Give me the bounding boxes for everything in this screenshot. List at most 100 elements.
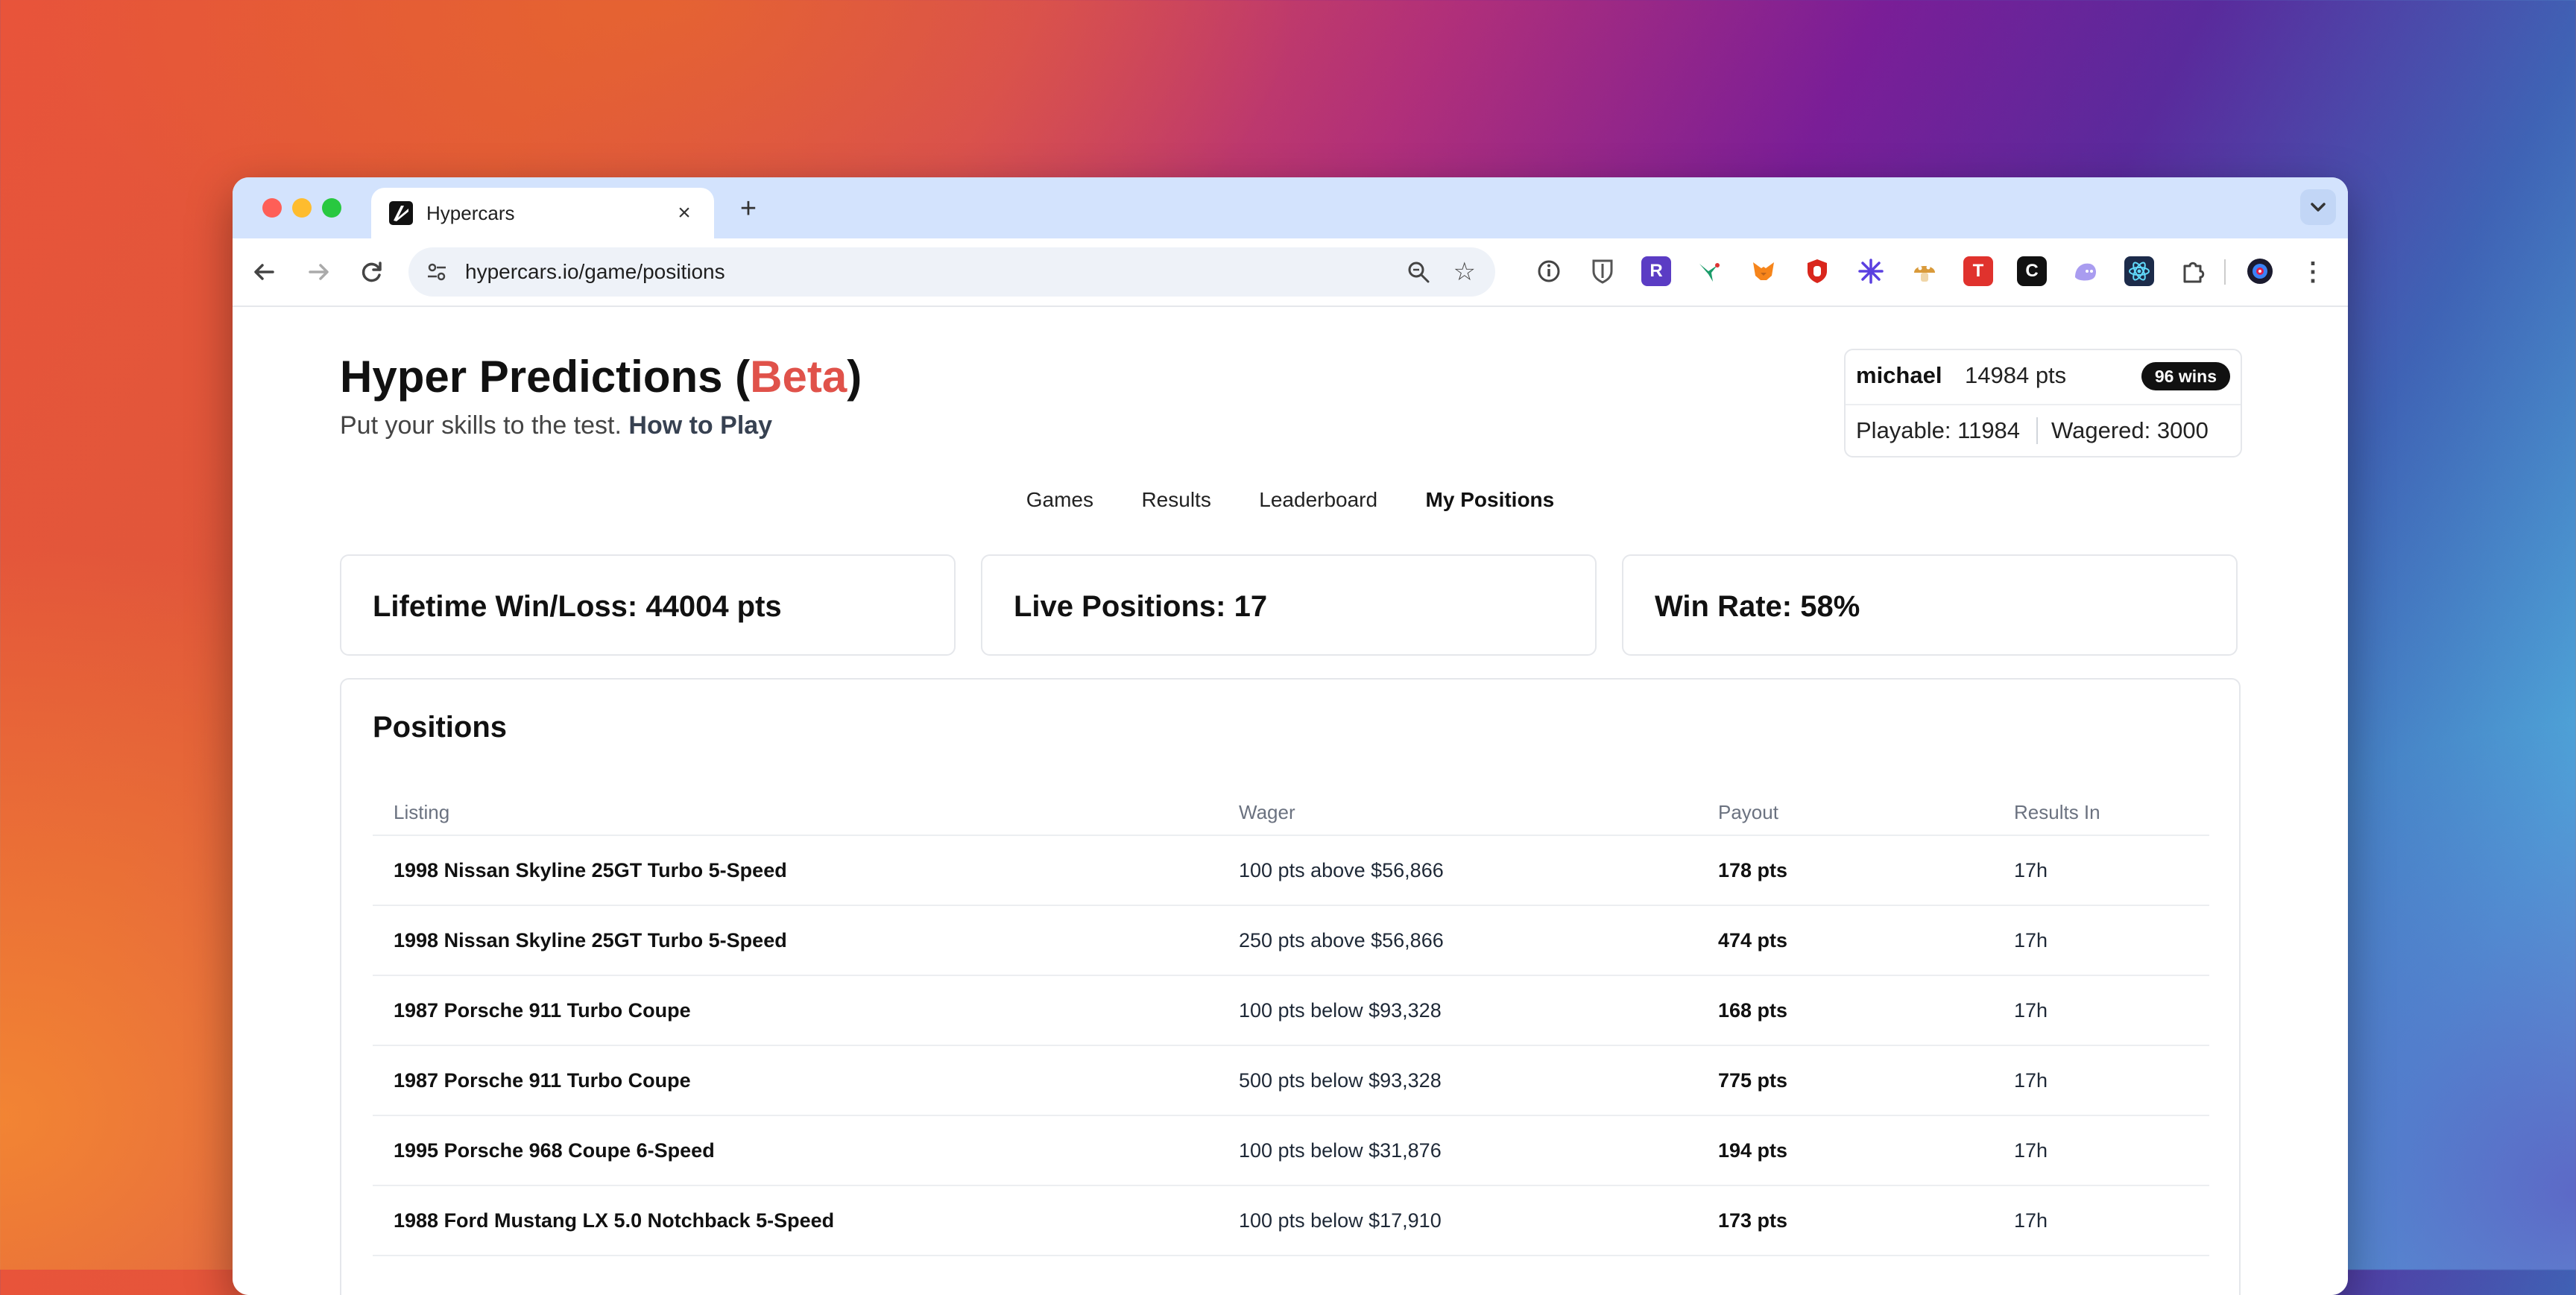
column-header-listing: Listing: [373, 790, 1218, 836]
page-title: Hyper Predictions (Beta): [340, 350, 862, 404]
username: michael: [1856, 362, 1942, 388]
more-menu-icon[interactable]: ⋮: [2300, 255, 2326, 289]
wagered-points: Wagered: 3000: [2051, 417, 2209, 443]
new-tab-button[interactable]: +: [732, 192, 765, 225]
how-to-play-link[interactable]: How to Play: [628, 411, 772, 440]
positions-table: Listing Wager Payout Results In 1998 Nis…: [373, 790, 2209, 1256]
tab-bar: Hypercars × +: [233, 177, 2348, 238]
table-row[interactable]: 1995 Porsche 968 Coupe 6-Speed 100 pts b…: [373, 1115, 2209, 1186]
tab-close-icon[interactable]: ×: [671, 200, 698, 227]
results-in-cell: 17h: [1993, 1115, 2209, 1186]
listing-cell: 1987 Porsche 911 Turbo Coupe: [373, 975, 1218, 1046]
tab-hypercars[interactable]: Hypercars ×: [371, 188, 714, 238]
playable-points: Playable: 11984: [1856, 417, 2021, 443]
column-header-payout: Payout: [1697, 790, 1993, 836]
url-text[interactable]: hypercars.io/game/positions: [465, 259, 725, 285]
live-positions: Live Positions: 17: [1014, 590, 1268, 623]
ublock-icon[interactable]: [1802, 256, 1832, 286]
sparkle-icon[interactable]: [1856, 256, 1886, 286]
positions-title: Positions: [373, 711, 508, 744]
table-row[interactable]: 1998 Nissan Skyline 25GT Turbo 5-Speed 2…: [373, 905, 2209, 976]
results-in-cell: 17h: [1993, 975, 2209, 1046]
listing-cell: 1998 Nissan Skyline 25GT Turbo 5-Speed: [373, 835, 1218, 906]
listing-cell: 1998 Nissan Skyline 25GT Turbo 5-Speed: [373, 905, 1218, 976]
table-row[interactable]: 1987 Porsche 911 Turbo Coupe 500 pts bel…: [373, 1045, 2209, 1116]
hypercars-favicon-icon: [389, 201, 413, 225]
zoom-icon[interactable]: [1406, 259, 1431, 285]
live-positions-card: Live Positions: 17: [981, 554, 1597, 656]
minimize-window-button[interactable]: [292, 198, 312, 218]
user-card-separator: [2036, 417, 2038, 444]
ghost-icon[interactable]: [2071, 256, 2100, 286]
positions-panel: Positions Listing Wager Payout Results I…: [340, 678, 2241, 1295]
toolbar-separator: [2224, 259, 2226, 285]
profile-avatar-icon[interactable]: [2245, 256, 2275, 286]
table-row[interactable]: 1998 Nissan Skyline 25GT Turbo 5-Speed 1…: [373, 835, 2209, 906]
table-header-row: Listing Wager Payout Results In: [373, 790, 2209, 836]
browser-toolbar: hypercars.io/game/positions ☆ R T C ⋮: [233, 238, 2348, 307]
table-row[interactable]: 1987 Porsche 911 Turbo Coupe 100 pts bel…: [373, 975, 2209, 1046]
table-row[interactable]: 1988 Ford Mustang LX 5.0 Notchback 5-Spe…: [373, 1185, 2209, 1256]
payout-cell: 173 pts: [1697, 1185, 1993, 1256]
puzzle-icon[interactable]: [2178, 256, 2208, 286]
results-in-cell: 17h: [1993, 905, 2209, 976]
c-extension-icon[interactable]: C: [2017, 256, 2047, 286]
user-summary-card: michael 14984 pts 96 wins Playable: 1198…: [1844, 349, 2242, 457]
user-card-divider: [1846, 404, 2241, 405]
user-points: 14984 pts: [1965, 362, 2067, 388]
main-nav: Games Results Leaderboard My Positions: [233, 481, 2348, 519]
subtitle-text: Put your skills to the test.: [340, 411, 622, 440]
wager-cell: 500 pts below $93,328: [1218, 1045, 1697, 1116]
win-rate: Win Rate: 58%: [1655, 590, 1860, 623]
beta-label: Beta: [750, 352, 847, 402]
fullscreen-window-button[interactable]: [322, 198, 341, 218]
listing-cell: 1995 Porsche 968 Coupe 6-Speed: [373, 1115, 1218, 1186]
column-header-wager: Wager: [1218, 790, 1697, 836]
bitwarden-icon[interactable]: [1588, 256, 1617, 286]
browser-window: Hypercars × + hypercars.io/game/position…: [233, 177, 2348, 1295]
forward-arrow-icon[interactable]: [301, 255, 335, 289]
wager-cell: 100 pts below $17,910: [1218, 1185, 1697, 1256]
nav-games[interactable]: Games: [1026, 481, 1093, 519]
t-extension-icon[interactable]: T: [1963, 256, 1993, 286]
bookmark-star-icon[interactable]: ☆: [1453, 258, 1476, 286]
hummingbird-icon[interactable]: [1695, 256, 1725, 286]
site-settings-icon[interactable]: [425, 260, 449, 284]
react-icon[interactable]: [2124, 256, 2154, 286]
tab-title: Hypercars: [426, 202, 515, 224]
title-close-paren: ): [847, 352, 862, 402]
metamask-icon[interactable]: [1749, 256, 1778, 286]
payout-cell: 474 pts: [1697, 905, 1993, 976]
payout-cell: 194 pts: [1697, 1115, 1993, 1186]
wager-cell: 100 pts below $93,328: [1218, 975, 1697, 1046]
wins-badge: 96 wins: [2141, 362, 2230, 390]
mushroom-icon[interactable]: [1910, 256, 1939, 286]
nav-leaderboard[interactable]: Leaderboard: [1259, 481, 1377, 519]
address-bar[interactable]: hypercars.io/game/positions ☆: [408, 247, 1495, 297]
win-rate-card: Win Rate: 58%: [1622, 554, 2238, 656]
results-in-cell: 17h: [1993, 835, 2209, 906]
results-in-cell: 17h: [1993, 1185, 2209, 1256]
column-header-results-in: Results In: [1993, 790, 2209, 836]
page-content: Hyper Predictions (Beta) Put your skills…: [233, 307, 2348, 1295]
lifetime-win-loss-card: Lifetime Win/Loss: 44004 pts: [340, 554, 956, 656]
back-arrow-icon[interactable]: [247, 255, 282, 289]
tab-search-chevron-down-icon[interactable]: [2300, 189, 2336, 225]
listing-cell: 1988 Ford Mustang LX 5.0 Notchback 5-Spe…: [373, 1185, 1218, 1256]
close-window-button[interactable]: [262, 198, 282, 218]
nav-results[interactable]: Results: [1141, 481, 1210, 519]
payout-cell: 775 pts: [1697, 1045, 1993, 1116]
wager-cell: 100 pts above $56,866: [1218, 835, 1697, 906]
nav-my-positions[interactable]: My Positions: [1426, 481, 1555, 519]
payout-cell: 178 pts: [1697, 835, 1993, 906]
payout-cell: 168 pts: [1697, 975, 1993, 1046]
r-extension-icon[interactable]: R: [1641, 256, 1671, 286]
listing-cell: 1987 Porsche 911 Turbo Coupe: [373, 1045, 1218, 1116]
lifetime-win-loss: Lifetime Win/Loss: 44004 pts: [373, 590, 782, 623]
title-text: Hyper Predictions (: [340, 352, 751, 402]
wager-cell: 250 pts above $56,866: [1218, 905, 1697, 976]
wager-cell: 100 pts below $31,876: [1218, 1115, 1697, 1186]
info-icon[interactable]: [1534, 256, 1564, 286]
reload-icon[interactable]: [355, 255, 389, 289]
results-in-cell: 17h: [1993, 1045, 2209, 1116]
